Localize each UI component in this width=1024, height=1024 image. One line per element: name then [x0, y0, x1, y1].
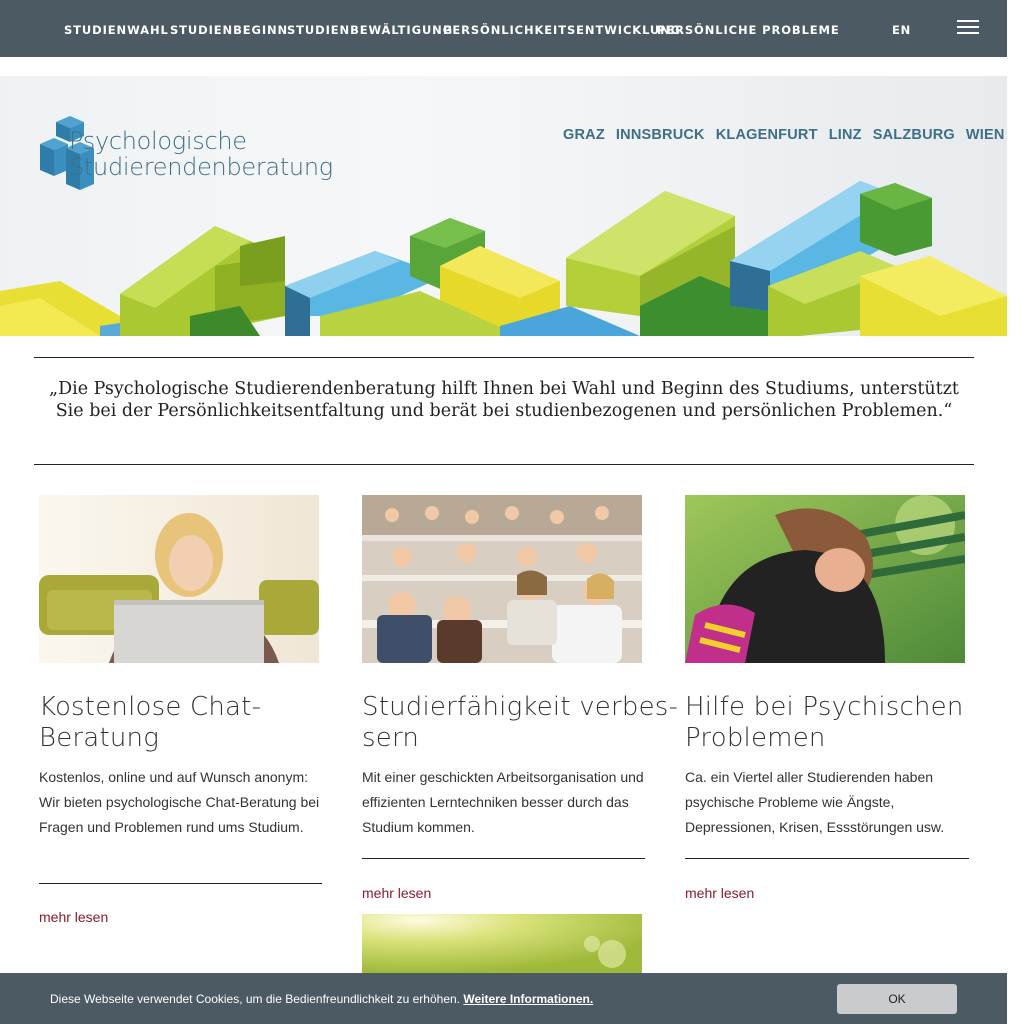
- more-link-chat-beratung[interactable]: mehr lesen: [39, 909, 108, 925]
- city-link-innsbruck[interactable]: INNSBRUCK: [616, 127, 705, 143]
- card-text-studierfaehigkeit: Mit einer geschickten Arbeitsorganisatio…: [362, 769, 644, 835]
- logo-wordmark[interactable]: Psychologische Studierendenberatung: [69, 128, 333, 180]
- city-link-graz[interactable]: GRAZ: [563, 127, 605, 143]
- card-title-psychische-probleme: Hilfe bei Psychischen Problemen: [685, 692, 964, 754]
- logo-line-2: Studierendenberatung: [69, 153, 333, 181]
- nav-item-studienbewaeltigung[interactable]: STUDIENBEWÄLTIGUNG: [287, 23, 453, 37]
- chat-beratung-image[interactable]: [39, 495, 319, 663]
- nav-item-studienbeginn[interactable]: STUDIENBEGINN: [170, 23, 288, 37]
- card-title-line: Kostenlose Chat-: [39, 692, 262, 722]
- city-link-klagenfurt[interactable]: KLAGENFURT: [716, 127, 818, 143]
- cookie-text: Diese Webseite verwendet Cookies, um die…: [50, 992, 461, 1006]
- city-links: GRAZ INNSBRUCK KLAGENFURT LINZ SALZBURG …: [563, 127, 1007, 143]
- card-text-psychische-probleme: Ca. ein Viertel aller Studierenden haben…: [685, 769, 945, 835]
- city-link-wien[interactable]: WIEN: [966, 127, 1005, 143]
- card-title-line: Problemen: [685, 723, 826, 753]
- page-right-gutter: [1007, 0, 1024, 1024]
- language-switch[interactable]: EN: [892, 23, 911, 37]
- nav-item-persoenliche-probleme[interactable]: PERSÖNLICHE PROBLEME: [657, 23, 840, 37]
- logo-line-1: Psychologische: [69, 127, 247, 155]
- cookie-message: Diese Webseite verwendet Cookies, um die…: [50, 992, 593, 1006]
- more-link-psychische-probleme[interactable]: mehr lesen: [685, 885, 754, 901]
- card-divider: [362, 858, 645, 859]
- more-link-studierfaehigkeit[interactable]: mehr lesen: [362, 885, 431, 901]
- hamburger-icon[interactable]: [957, 20, 979, 35]
- top-navigation: STUDIENWAHL STUDIENBEGINN STUDIENBEWÄLTI…: [0, 0, 1007, 57]
- card-divider: [685, 858, 969, 859]
- card-text-chat-beratung: Kostenlos, online und auf Wunsch anonym:…: [39, 769, 320, 835]
- nav-item-studienwahl[interactable]: STUDIENWAHL: [64, 23, 169, 37]
- city-link-salzburg[interactable]: SALZBURG: [873, 127, 955, 143]
- card-title-studierfaehigkeit: Studierfähigkeit verbes- sern: [362, 692, 678, 754]
- psychische-probleme-image[interactable]: [685, 495, 965, 663]
- quote-top-divider: [34, 357, 974, 358]
- city-link-linz[interactable]: LINZ: [829, 127, 862, 143]
- nav-item-persoenlichkeitsentwicklung[interactable]: PERSÖNLICHKEITSENTWICKLUNG: [443, 23, 681, 37]
- next-article-image[interactable]: [362, 914, 642, 973]
- cookie-ok-button[interactable]: OK: [837, 984, 957, 1014]
- card-title-line: Beratung: [39, 723, 159, 753]
- intro-quote: „Die Psychologische Studierendenberatung…: [49, 379, 959, 421]
- header-banner: Psychologische Studierendenberatung GRAZ…: [0, 76, 1007, 336]
- card-title-chat-beratung: Kostenlose Chat- Beratung: [39, 692, 261, 754]
- quote-bottom-divider: [34, 464, 974, 465]
- card-title-line: sern: [362, 723, 420, 753]
- card-title-line: Studierfähigkeit verbes-: [362, 692, 679, 722]
- studierfaehigkeit-image[interactable]: [362, 495, 642, 663]
- cookie-info-link[interactable]: Weitere Informationen.: [463, 992, 593, 1006]
- card-divider: [39, 883, 322, 884]
- tetris-blocks-illustration: [0, 181, 1007, 336]
- cookie-banner: Diese Webseite verwendet Cookies, um die…: [0, 973, 1007, 1024]
- card-title-line: Hilfe bei Psychischen: [685, 692, 964, 722]
